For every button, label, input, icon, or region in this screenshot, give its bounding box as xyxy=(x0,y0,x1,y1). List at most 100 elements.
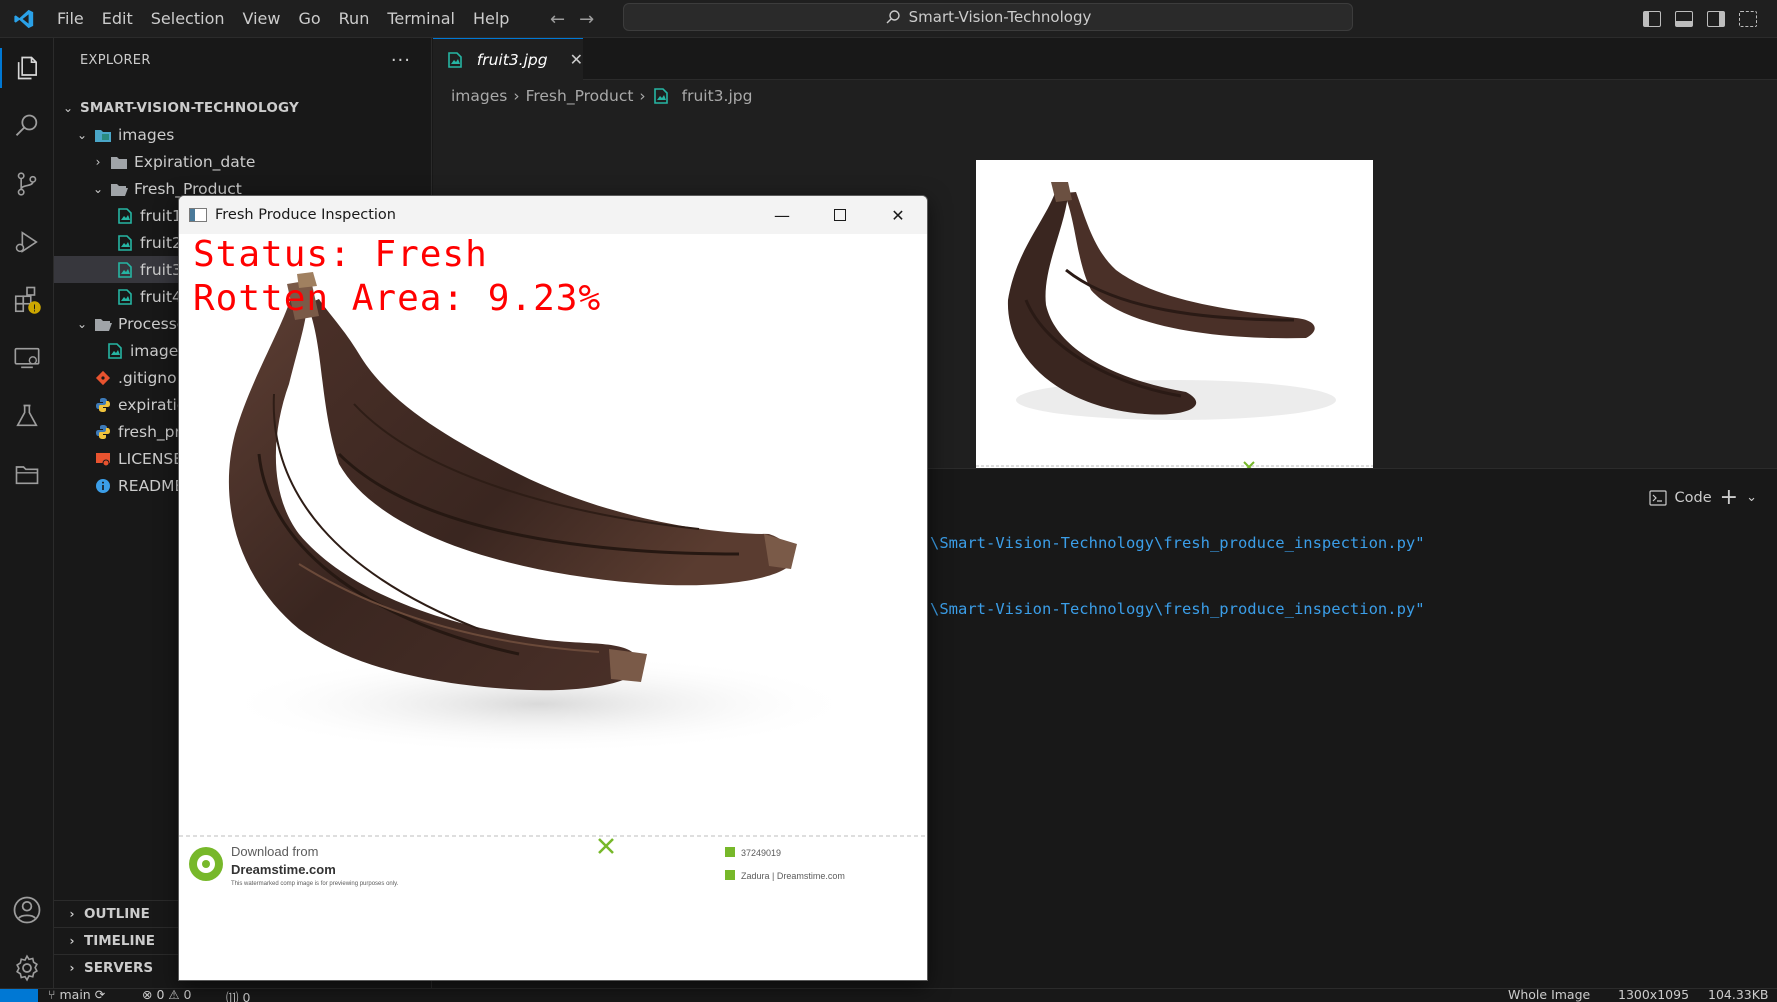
title-bar: File Edit Selection View Go Run Terminal… xyxy=(0,0,1777,38)
vscode-logo-icon[interactable] xyxy=(0,0,48,38)
chevron-down-icon: ⌄ xyxy=(92,181,104,196)
status-bar: ⑂ main ⟳ ⊗ 0 ⚠ 0 ⑾ 0 Whole Image 1300x10… xyxy=(0,988,1777,1002)
breadcrumb-fruit3[interactable]: fruit3.jpg xyxy=(682,87,753,105)
search-sidebar-icon[interactable] xyxy=(0,106,54,146)
ports-indicator[interactable]: ⑾ 0 xyxy=(226,989,250,1002)
menu-run[interactable]: Run xyxy=(330,0,379,38)
chevron-right-icon: › xyxy=(513,87,520,105)
workspace-root[interactable]: ⌄ SMART-VISION-TECHNOLOGY xyxy=(54,94,432,121)
image-folder-icon xyxy=(94,126,112,144)
new-terminal-plus-icon[interactable]: + xyxy=(1720,485,1738,510)
remote-indicator-icon[interactable] xyxy=(0,989,38,1002)
account-icon[interactable] xyxy=(0,890,54,930)
image-filesize: 104.33KB xyxy=(1708,988,1769,1002)
tab-label: fruit3.jpg xyxy=(476,50,548,69)
testing-flask-icon[interactable] xyxy=(0,396,54,436)
minimize-button[interactable]: — xyxy=(753,196,811,234)
terminal-actions: Code + ⌄ xyxy=(1648,485,1757,510)
chevron-right-icon: › xyxy=(95,154,101,169)
layout-controls xyxy=(1643,0,1757,38)
terminal-dropdown-chevron-icon[interactable]: ⌄ xyxy=(1746,490,1757,505)
image-file-icon xyxy=(116,207,134,225)
more-actions-icon[interactable]: ··· xyxy=(391,50,411,71)
image-preview xyxy=(976,160,1373,494)
tab-fruit3[interactable]: fruit3.jpg ✕ xyxy=(433,38,583,80)
folder-open-icon xyxy=(94,315,112,333)
extensions-warning-icon[interactable]: ! xyxy=(0,280,54,320)
forward-arrow-icon[interactable]: → xyxy=(579,9,594,30)
menu-terminal[interactable]: Terminal xyxy=(378,0,464,38)
chevron-down-icon: ⌄ xyxy=(76,127,88,142)
command-center-search[interactable]: Smart-Vision-Technology xyxy=(623,3,1353,31)
toggle-secondary-sidebar-icon[interactable] xyxy=(1707,11,1725,27)
menu-file[interactable]: File xyxy=(48,0,93,38)
outline-label: OUTLINE xyxy=(84,906,150,922)
breadcrumb: images › Fresh_Product › fruit3.jpg xyxy=(433,80,1777,112)
close-button[interactable]: ✕ xyxy=(869,196,927,234)
dreamstime-site-text: Dreamstime.com xyxy=(231,862,336,877)
window-titlebar[interactable]: Fresh Produce Inspection — ✕ xyxy=(179,196,927,234)
chevron-right-icon: › xyxy=(69,961,75,975)
timeline-label: TIMELINE xyxy=(84,933,156,949)
toggle-panel-icon[interactable] xyxy=(1675,11,1693,27)
customize-layout-icon[interactable] xyxy=(1739,11,1757,27)
toggle-primary-sidebar-icon[interactable] xyxy=(1643,11,1661,27)
menu-view[interactable]: View xyxy=(234,0,290,38)
terminal-output-line: \Smart-Vision-Technology\fresh_produce_i… xyxy=(930,600,1425,618)
servers-label: SERVERS xyxy=(84,960,154,976)
inspection-image-canvas: Status: Fresh Rotten Area: 9.23% Downloa… xyxy=(179,234,927,980)
tab-bar: fruit3.jpg ✕ xyxy=(433,38,1777,80)
source-control-icon[interactable] xyxy=(0,164,54,204)
tree-item-expiration-date[interactable]: › Expiration_date xyxy=(54,148,432,175)
menu-edit[interactable]: Edit xyxy=(93,0,142,38)
rotten-banana-preview-image xyxy=(976,160,1373,494)
navigation-arrows: ← → xyxy=(550,0,594,38)
license-icon xyxy=(94,450,112,468)
image-dimensions: 1300x1095 xyxy=(1618,988,1690,1002)
branch-name: main xyxy=(59,988,91,1002)
menu-help[interactable]: Help xyxy=(464,0,518,38)
watermark-id-text: 37249019 xyxy=(741,848,782,858)
fresh-produce-inspection-window: Fresh Produce Inspection — ✕ Status: Fre… xyxy=(178,195,928,981)
workspace-root-label: SMART-VISION-TECHNOLOGY xyxy=(80,99,300,116)
chevron-down-icon: ⌄ xyxy=(76,316,88,331)
image-file-icon xyxy=(116,261,134,279)
folder-icon xyxy=(110,153,128,171)
maximize-button[interactable] xyxy=(811,196,869,234)
breadcrumb-images[interactable]: images xyxy=(451,87,507,105)
info-icon xyxy=(94,477,112,495)
rotten-area-overlay-text: Rotten Area: 9.23% xyxy=(193,278,602,319)
chevron-right-icon: › xyxy=(69,907,75,921)
window-title: Fresh Produce Inspection xyxy=(215,207,396,223)
tree-item-label: images xyxy=(118,125,175,144)
tree-item-images[interactable]: ⌄ images xyxy=(54,121,432,148)
back-arrow-icon[interactable]: ← xyxy=(550,9,565,30)
image-file-icon xyxy=(652,87,670,105)
command-center-label: Smart-Vision-Technology xyxy=(908,8,1092,26)
run-debug-icon[interactable] xyxy=(0,222,54,262)
svg-text:!: ! xyxy=(32,303,36,314)
watermark-note-text: This watermarked comp image is for previ… xyxy=(231,881,399,887)
tree-item-label: LICENSE xyxy=(118,449,184,468)
image-file-icon xyxy=(106,342,124,360)
menu-selection[interactable]: Selection xyxy=(142,0,234,38)
chevron-down-icon: ⌄ xyxy=(62,100,74,115)
image-file-icon xyxy=(116,234,134,252)
explorer-icon[interactable] xyxy=(0,48,54,88)
window-app-icon xyxy=(189,208,207,222)
tree-item-label: Expiration_date xyxy=(134,152,256,171)
project-manager-icon[interactable] xyxy=(0,454,54,494)
image-zoom-mode[interactable]: Whole Image xyxy=(1508,989,1590,1002)
watermark-author-text: Zadura | Dreamstime.com xyxy=(741,871,845,881)
terminal-name[interactable]: Code xyxy=(1675,490,1712,506)
remote-explorer-icon[interactable] xyxy=(0,338,54,378)
status-overlay-text: Status: Fresh xyxy=(193,234,488,275)
git-branch[interactable]: ⑂ main ⟳ xyxy=(48,988,105,1002)
terminal-icon xyxy=(1648,489,1667,506)
menu-go[interactable]: Go xyxy=(289,0,329,38)
breadcrumb-fresh-product[interactable]: Fresh_Product xyxy=(526,87,634,105)
settings-gear-icon[interactable] xyxy=(0,948,54,988)
tab-close-icon[interactable]: ✕ xyxy=(570,50,583,69)
problems-indicator[interactable]: ⊗ 0 ⚠ 0 xyxy=(142,989,192,1002)
branch-icon: ⑂ xyxy=(48,988,60,1002)
